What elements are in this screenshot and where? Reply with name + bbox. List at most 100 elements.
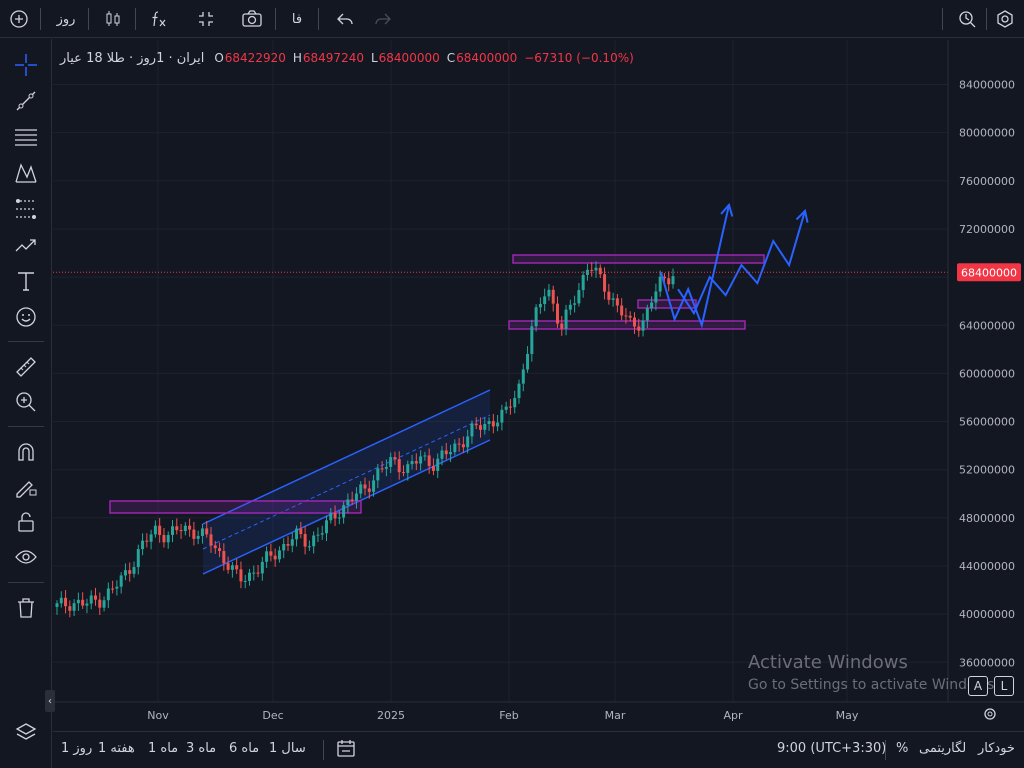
chart-type-button[interactable] [98, 4, 128, 34]
zoom-tool[interactable] [8, 386, 44, 418]
time-tick-label: May [836, 709, 859, 722]
candle-body [183, 525, 187, 532]
range-6m[interactable]: 6 ماه [229, 741, 259, 756]
candle-body [55, 603, 59, 607]
symbol-title[interactable]: ایران · 1روز · طلا 18 عیار [60, 51, 204, 66]
auto-toggle[interactable]: خودکار [978, 741, 1015, 756]
candle-body [136, 549, 140, 568]
channel-fill [203, 390, 490, 574]
range-1w[interactable]: 1 هفته [98, 741, 135, 756]
time-axis[interactable]: Nov Dec 2025 Feb Mar Apr May [53, 701, 1024, 722]
fib-tool[interactable] [8, 121, 44, 153]
price-tick-label: 36000000 [959, 656, 1015, 669]
log-toggle[interactable]: لگاریتمی [919, 741, 966, 756]
collapse-toolbar-button[interactable]: ‹ [45, 690, 55, 712]
candle-body [145, 540, 149, 542]
candle-body [594, 267, 598, 271]
candle-body [256, 572, 260, 574]
compare-button[interactable] [191, 4, 221, 34]
visibility-tool[interactable] [8, 541, 44, 573]
lock-tool[interactable] [8, 506, 44, 538]
emoji-tool[interactable] [8, 301, 44, 333]
range-3m[interactable]: 3 ماه [186, 741, 216, 756]
pattern-tool[interactable] [8, 157, 44, 189]
redo-button[interactable] [368, 4, 398, 34]
candle-body [260, 561, 264, 574]
log-scale-button[interactable]: L [994, 676, 1014, 696]
prediction-tool[interactable] [8, 229, 44, 261]
candle-body [119, 575, 123, 587]
plus-circle-icon [10, 10, 28, 28]
price-axis[interactable]: 8400000080000000760000007200000068000000… [947, 40, 1021, 702]
time-axis-settings-button[interactable] [982, 706, 998, 725]
bottom-toolbar: 1 روز 1 هفته 1 ماه 3 ماه 6 ماه 1 سال 9:0… [53, 731, 1024, 768]
range-1m[interactable]: 1 ماه [148, 741, 178, 756]
candle-body [200, 528, 204, 536]
text-tool[interactable] [8, 265, 44, 297]
snapshot-button[interactable] [237, 4, 267, 34]
language-button[interactable]: فا [284, 4, 310, 34]
candle-body [449, 452, 453, 455]
candle-body [479, 425, 482, 430]
candle-body [76, 599, 80, 604]
range-1d[interactable]: 1 روز [61, 741, 92, 756]
delete-drawings-button[interactable] [8, 592, 44, 624]
time-tick-label: Apr [723, 709, 743, 722]
candle-body [556, 303, 559, 324]
candle-body [94, 595, 97, 600]
candle-body [628, 315, 632, 318]
low-label: L [370, 51, 378, 65]
ruler-tool[interactable] [8, 351, 44, 383]
candle-body [111, 588, 115, 590]
timezone-button[interactable]: 9:00 (UTC+3:30) [777, 741, 886, 756]
object-tree-button[interactable] [8, 717, 44, 749]
candle-body [68, 606, 72, 611]
gear-icon [984, 708, 996, 720]
candle-body [158, 525, 162, 536]
low-value: 68400000 [378, 51, 440, 65]
top-toolbar: روز فا [0, 0, 1024, 38]
price-chart[interactable]: 8400000080000000760000007200000068000000… [53, 40, 1024, 730]
high-value: 68497240 [302, 51, 364, 65]
crosshair-tool[interactable] [8, 49, 44, 81]
candle-body [329, 513, 333, 521]
price-tick-label: 48000000 [959, 512, 1015, 525]
candle-body [320, 533, 324, 535]
candle-body [346, 499, 350, 506]
text-icon [18, 272, 34, 291]
candle-body [141, 540, 145, 550]
candle-body [470, 423, 474, 437]
candle-body [543, 296, 547, 305]
interval-button[interactable]: روز [50, 4, 82, 34]
range-1y[interactable]: 1 سال [269, 741, 306, 756]
candle-body [273, 555, 277, 560]
candles-layer [55, 261, 675, 618]
date-range-button[interactable] [335, 739, 357, 762]
candle-body [243, 580, 247, 582]
candle-body [624, 315, 628, 317]
trendline-tool[interactable] [8, 85, 44, 117]
open-label: O [214, 51, 224, 65]
trash-icon [18, 598, 34, 618]
lock-draw-tool[interactable] [8, 471, 44, 503]
candle-body [290, 539, 294, 546]
candle-body [363, 484, 367, 489]
candle-body [517, 383, 521, 398]
candle-body [466, 436, 470, 448]
gann-tool[interactable] [8, 193, 44, 225]
add-symbol-button[interactable] [4, 4, 34, 34]
settings-button[interactable] [990, 4, 1020, 34]
percent-toggle[interactable]: % [896, 741, 908, 756]
undo-button[interactable] [330, 4, 360, 34]
candle-body [431, 465, 435, 471]
candle-body [380, 468, 384, 470]
magnet-tool[interactable] [8, 436, 44, 468]
auto-scale-button[interactable]: A [968, 676, 988, 696]
candle-body [218, 548, 222, 552]
pattern-icon [15, 163, 37, 183]
candle-body [171, 526, 174, 535]
candle-body [410, 461, 414, 465]
eye-icon [15, 550, 37, 564]
indicators-button[interactable] [144, 4, 174, 34]
alert-button[interactable] [952, 4, 982, 34]
